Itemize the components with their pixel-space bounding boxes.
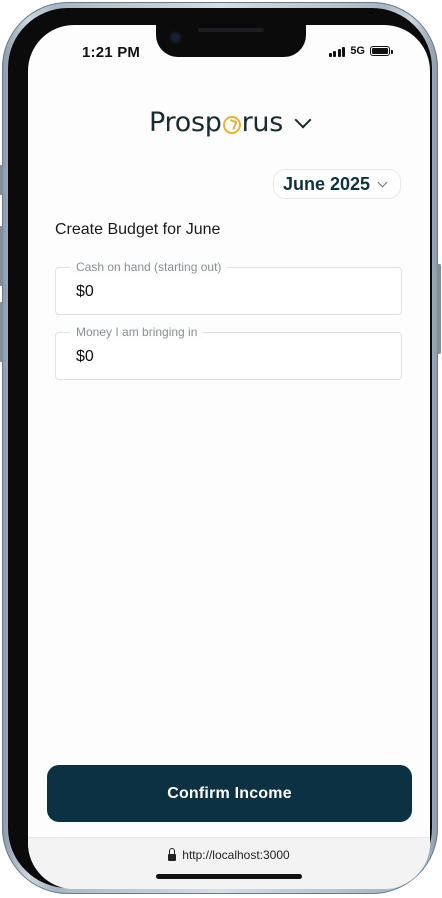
cellular-signal-icon	[328, 46, 346, 57]
url-text: http://localhost:3000	[182, 848, 290, 862]
notch	[156, 25, 306, 57]
income-field[interactable]: Money I am bringing in $0	[55, 324, 402, 380]
status-indicators: 5G	[328, 45, 393, 57]
browser-url-bar[interactable]: http://localhost:3000	[28, 837, 430, 889]
cash-on-hand-input[interactable]: $0	[76, 283, 376, 301]
month-selector-value: June 2025	[283, 173, 371, 194]
brand-name-suffix: rus	[241, 107, 284, 138]
url-row: http://localhost:3000	[28, 848, 430, 862]
lock-icon	[168, 848, 177, 861]
income-input[interactable]: $0	[76, 348, 376, 366]
battery-icon	[370, 46, 393, 56]
confirm-income-button[interactable]: Confirm Income	[47, 765, 412, 822]
volume-up-button	[0, 226, 3, 286]
front-camera	[171, 33, 180, 42]
chevron-down-icon[interactable]	[294, 111, 312, 128]
phone-screen: 1:21 PM 5G Prosp rus June 2025 Create Bu…	[28, 25, 430, 889]
compass-icon	[222, 115, 241, 134]
brand-menu[interactable]: Prosp rus	[28, 107, 430, 138]
mute-switch	[0, 165, 3, 195]
network-type: 5G	[350, 45, 365, 57]
volume-down-button	[0, 302, 3, 362]
brand-name-prefix: Prosp	[149, 107, 222, 138]
home-indicator[interactable]	[156, 874, 302, 879]
page-title: Create Budget for June	[55, 221, 221, 238]
cash-on-hand-label: Cash on hand (starting out)	[70, 259, 228, 275]
cash-on-hand-field[interactable]: Cash on hand (starting out) $0	[55, 259, 402, 315]
brand-logo: Prosp rus	[149, 107, 283, 138]
income-label: Money I am bringing in	[70, 324, 204, 340]
phone-frame: 1:21 PM 5G Prosp rus June 2025 Create Bu…	[0, 2, 441, 894]
power-button	[437, 264, 441, 354]
chevron-down-icon	[377, 177, 388, 188]
month-selector[interactable]: June 2025	[273, 169, 401, 199]
phone-bezel: 1:21 PM 5G Prosp rus June 2025 Create Bu…	[8, 8, 432, 889]
status-time: 1:21 PM	[82, 44, 141, 61]
